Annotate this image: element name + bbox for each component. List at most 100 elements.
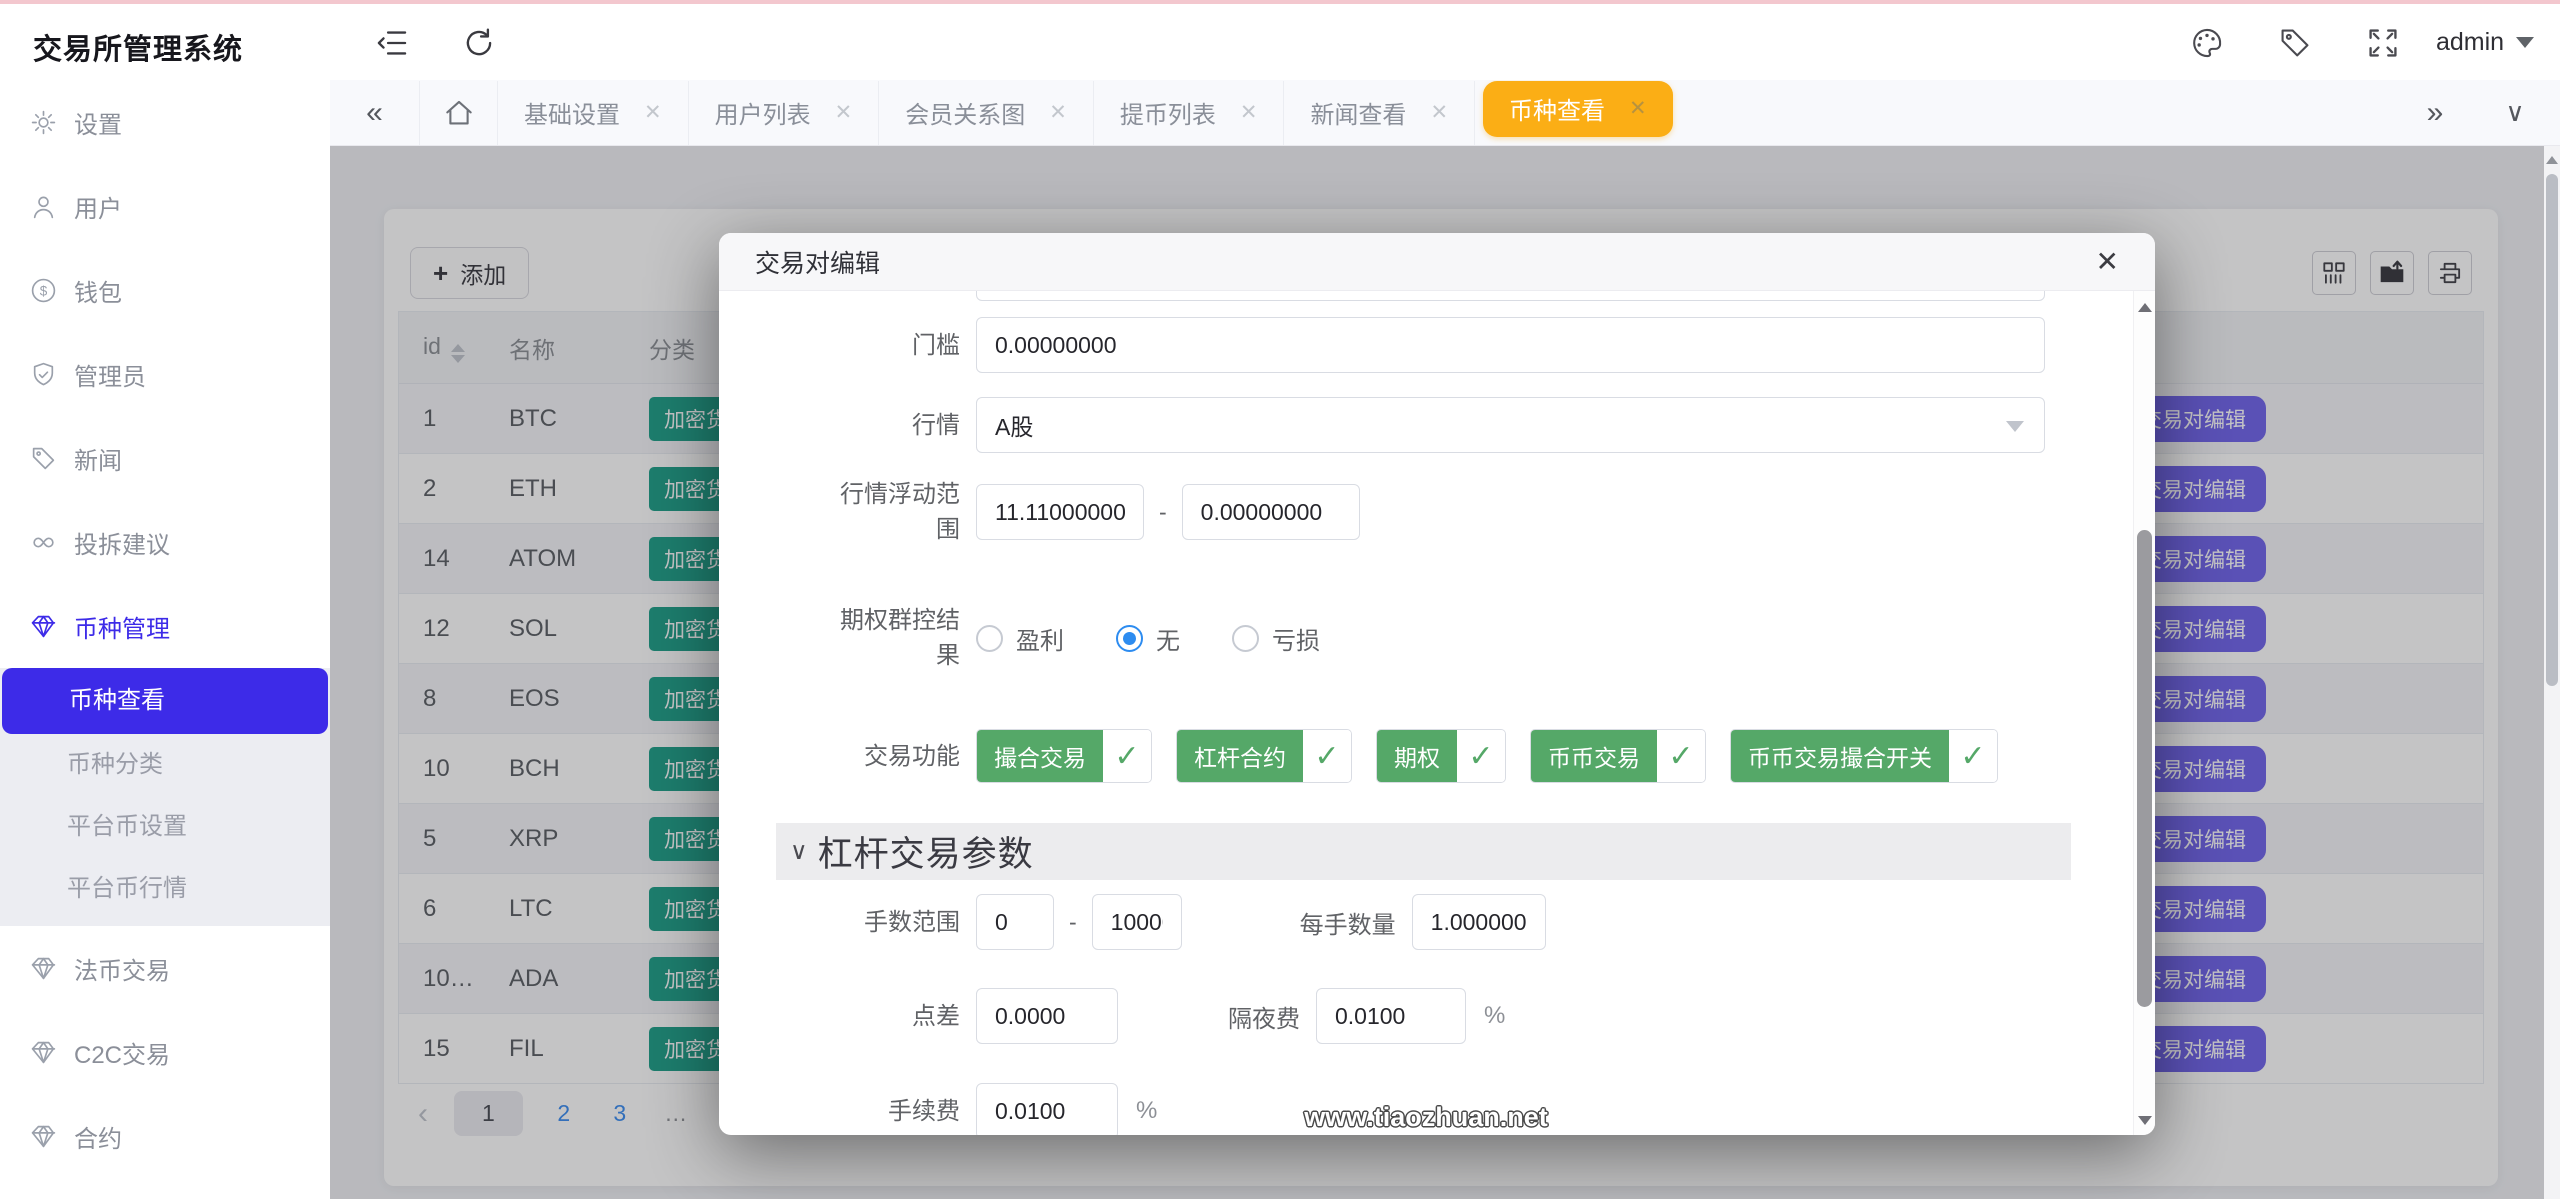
float-range-label: 行情浮动范围 bbox=[840, 477, 960, 547]
modal-body: 门槛 行情 A股 行情浮动范围 期权群控结果 bbox=[719, 291, 2133, 1135]
threshold-input[interactable] bbox=[976, 317, 2045, 373]
check-icon bbox=[1457, 730, 1505, 782]
sidebar-item-label: 钱包 bbox=[74, 273, 122, 308]
per-lot-input[interactable] bbox=[1412, 894, 1546, 950]
radio-icon bbox=[1232, 625, 1259, 652]
radio-option[interactable]: 亏损 bbox=[1232, 621, 1320, 656]
close-icon[interactable] bbox=[1430, 100, 1448, 125]
diamond-icon bbox=[30, 613, 57, 640]
sidebar-item-settings[interactable]: 设置 bbox=[0, 80, 330, 164]
radio-option[interactable]: 无 bbox=[1116, 621, 1180, 656]
modal-scrollbar[interactable] bbox=[2133, 291, 2155, 1135]
sidebar-item-label: 管理员 bbox=[74, 357, 146, 392]
sidebar-item-label: 合约 bbox=[74, 1119, 122, 1154]
diamond-icon bbox=[30, 955, 57, 982]
sidebar-item-admins[interactable]: 管理员 bbox=[0, 332, 330, 416]
infinity-icon bbox=[30, 529, 57, 556]
sidebar: 设置 用户 $ 钱包 管理员 新闻 投拆建议 币种管理 币种查看币种分类平台币设… bbox=[0, 80, 330, 1199]
app-root: 交易所管理系统 admin 设置 用户 $ bbox=[0, 0, 2560, 1199]
spread-input[interactable] bbox=[976, 988, 1118, 1044]
sidebar-item-label: 投拆建议 bbox=[74, 525, 170, 560]
feature-toggle[interactable]: 币币交易撮合开关 bbox=[1730, 729, 1998, 783]
tag-icon[interactable] bbox=[2278, 26, 2312, 60]
float-range-to-input[interactable] bbox=[1182, 484, 1360, 540]
user-menu[interactable]: admin bbox=[2436, 28, 2534, 57]
close-icon[interactable] bbox=[2096, 248, 2119, 276]
close-icon[interactable] bbox=[644, 100, 662, 125]
palette-icon[interactable] bbox=[2190, 26, 2224, 60]
wallet-dollar-icon: $ bbox=[30, 277, 57, 304]
close-icon[interactable] bbox=[1049, 100, 1067, 125]
radio-icon bbox=[976, 625, 1003, 652]
page-scrollbar-thumb[interactable] bbox=[2546, 174, 2558, 686]
market-row: 行情 A股 bbox=[840, 397, 2045, 453]
sidebar-subitem[interactable]: 平台币行情 bbox=[0, 858, 330, 920]
market-select[interactable]: A股 bbox=[976, 397, 2045, 453]
menu-fold-icon[interactable] bbox=[375, 26, 409, 60]
modal-scrollbar-thumb[interactable] bbox=[2137, 530, 2152, 1007]
sidebar-item-label: 设置 bbox=[74, 105, 122, 140]
scroll-up-icon[interactable] bbox=[2138, 303, 2152, 312]
lots-from-input[interactable] bbox=[976, 894, 1054, 950]
close-icon[interactable] bbox=[1629, 96, 1647, 121]
feature-toggle[interactable]: 杠杆合约 bbox=[1176, 729, 1352, 783]
sidebar-item-coin-management[interactable]: 币种管理 bbox=[0, 584, 330, 668]
sidebar-subitem[interactable]: 币种查看 bbox=[2, 668, 328, 734]
close-icon[interactable] bbox=[835, 100, 853, 125]
leverage-params-section-header[interactable]: 杠杆交易参数 bbox=[776, 823, 2071, 880]
tab[interactable]: 会员关系图 bbox=[879, 81, 1094, 145]
tabs-menu-chevron-icon[interactable]: ∨ bbox=[2488, 97, 2542, 128]
lots-to-input[interactable] bbox=[1092, 894, 1182, 950]
radio-icon bbox=[1116, 625, 1143, 652]
tab[interactable]: 基础设置 bbox=[498, 81, 689, 145]
float-range-from-input[interactable] bbox=[976, 484, 1144, 540]
sidebar-item-users[interactable]: 用户 bbox=[0, 164, 330, 248]
scroll-up-icon[interactable] bbox=[2546, 156, 2558, 164]
tabs-scroll-left-icon[interactable]: « bbox=[330, 81, 420, 145]
lots-label: 手数范围 bbox=[840, 905, 960, 940]
check-icon bbox=[1949, 730, 1997, 782]
option-control-label: 期权群控结果 bbox=[840, 603, 960, 673]
app-title: 交易所管理系统 bbox=[33, 26, 243, 68]
clipped-field-input[interactable] bbox=[976, 291, 2045, 301]
check-icon bbox=[1303, 730, 1351, 782]
sidebar-subitem[interactable]: 平台币设置 bbox=[0, 796, 330, 858]
sidebar-item-label: C2C交易 bbox=[74, 1035, 170, 1070]
radio-option[interactable]: 盈利 bbox=[976, 621, 1064, 656]
option-control-row: 期权群控结果 盈利 无 亏损 bbox=[840, 603, 2045, 673]
threshold-row: 门槛 bbox=[840, 317, 2045, 373]
lots-row: 手数范围 每手数量 bbox=[840, 894, 2045, 950]
feature-toggle[interactable]: 币币交易 bbox=[1530, 729, 1706, 783]
tab[interactable]: 币种查看 bbox=[1483, 81, 1673, 137]
tab[interactable]: 用户列表 bbox=[689, 81, 880, 145]
overnight-label: 隔夜费 bbox=[1228, 999, 1300, 1034]
sidebar-item-suggestions[interactable]: 投拆建议 bbox=[0, 500, 330, 584]
check-icon bbox=[1657, 730, 1705, 782]
coin-management-submenu: 币种查看币种分类平台币设置平台币行情 bbox=[0, 668, 330, 926]
sidebar-subitem[interactable]: 币种分类 bbox=[0, 734, 330, 796]
sidebar-item[interactable]: 合约 bbox=[0, 1094, 330, 1178]
overnight-unit: % bbox=[1484, 1002, 1505, 1030]
feature-toggle[interactable]: 撮合交易 bbox=[976, 729, 1152, 783]
tab[interactable]: 新闻查看 bbox=[1284, 81, 1475, 145]
tab[interactable]: 提币列表 bbox=[1094, 81, 1285, 145]
spread-label: 点差 bbox=[840, 999, 960, 1034]
tabs-scroll-right-icon[interactable]: » bbox=[2390, 81, 2480, 145]
page-scrollbar[interactable] bbox=[2544, 146, 2560, 1199]
username: admin bbox=[2436, 28, 2504, 57]
overnight-input[interactable] bbox=[1316, 988, 1466, 1044]
sidebar-item[interactable]: C2C交易 bbox=[0, 1010, 330, 1094]
home-tab[interactable] bbox=[420, 81, 498, 145]
sidebar-item-wallet[interactable]: $ 钱包 bbox=[0, 248, 330, 332]
scroll-down-icon[interactable] bbox=[2138, 1116, 2152, 1125]
fullscreen-icon[interactable] bbox=[2366, 26, 2400, 60]
sidebar-item[interactable]: 法币交易 bbox=[0, 926, 330, 1010]
sidebar-item-label: 法币交易 bbox=[74, 951, 170, 986]
close-icon[interactable] bbox=[1240, 100, 1258, 125]
diamond-icon bbox=[30, 1039, 57, 1066]
sidebar-item-news[interactable]: 新闻 bbox=[0, 416, 330, 500]
top-accent-bar bbox=[0, 0, 2560, 4]
refresh-icon[interactable] bbox=[462, 26, 496, 60]
tabbar: « 基础设置 用户列表 会员关系图 提币列表 新闻查看 bbox=[330, 80, 2560, 146]
feature-toggle[interactable]: 期权 bbox=[1376, 729, 1506, 783]
